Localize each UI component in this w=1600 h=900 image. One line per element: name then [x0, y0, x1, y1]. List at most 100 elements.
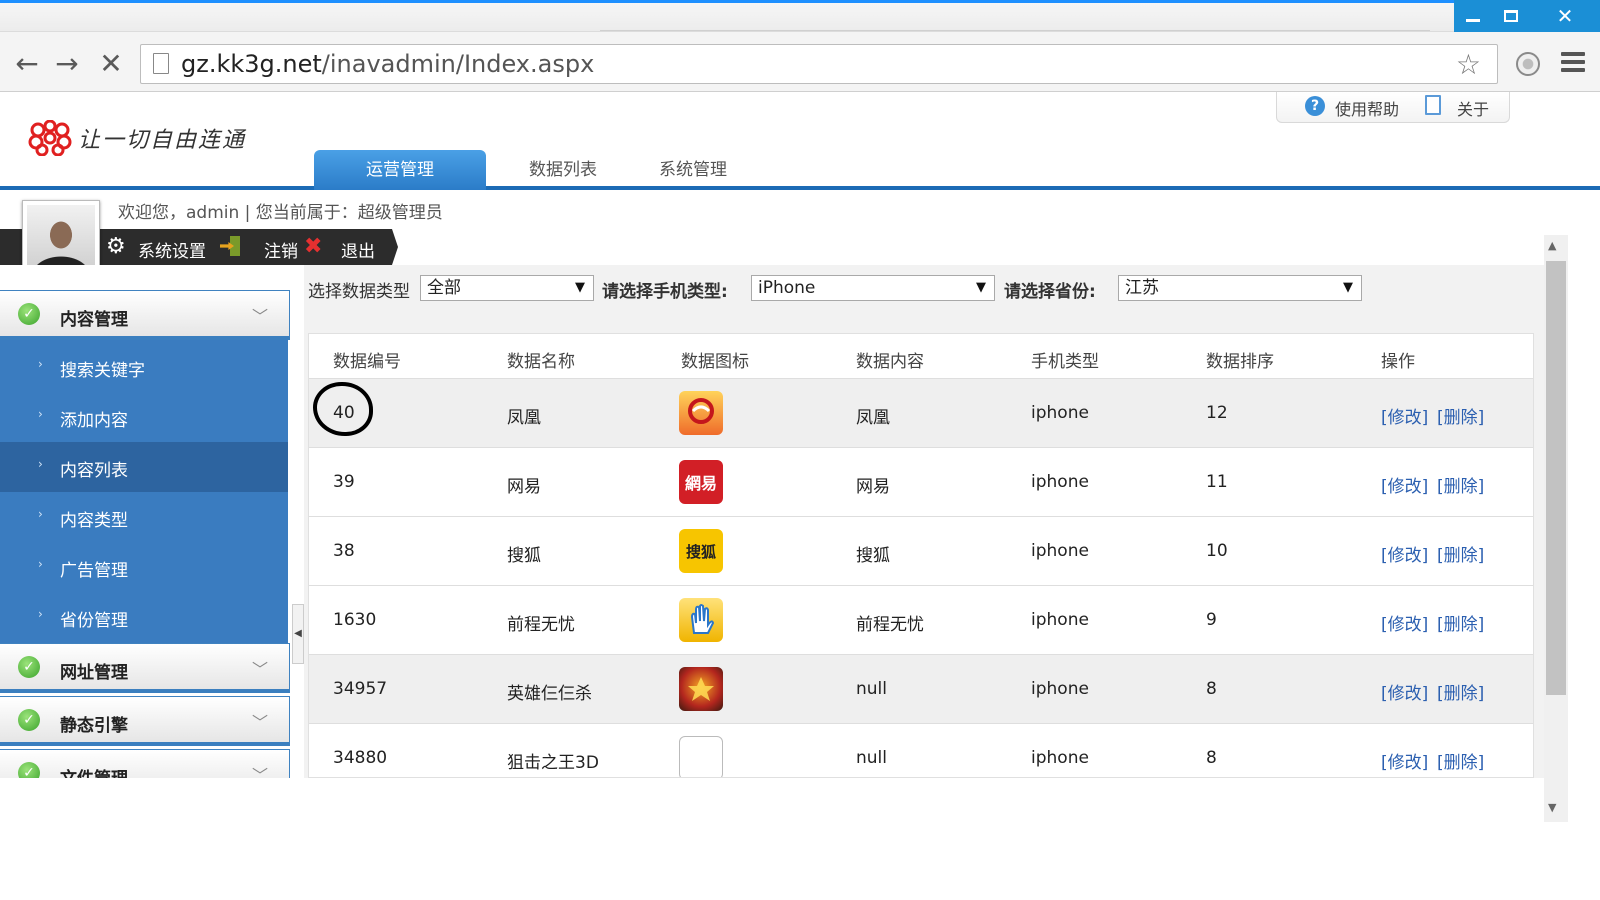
- sidebar-item-label: 搜索关键字: [60, 361, 145, 381]
- about-link[interactable]: 关于: [1457, 96, 1489, 120]
- delete-link[interactable]: [删除]: [1437, 610, 1484, 635]
- delete-link[interactable]: [删除]: [1437, 472, 1484, 497]
- cell-id: 34957: [333, 679, 388, 699]
- sidebar-group-static-engine[interactable]: ✓ 静态引擎 ﹀: [0, 696, 290, 746]
- maximize-button[interactable]: [1492, 0, 1530, 32]
- sidebar-item-search-keywords[interactable]: › 搜索关键字: [0, 342, 288, 392]
- logoff-link[interactable]: 注销: [264, 237, 298, 262]
- cell-phone: iphone: [1031, 472, 1089, 492]
- close-window-button[interactable]: ✕: [1530, 0, 1600, 32]
- sidebar: ✓ 内容管理 ﹀ › 搜索关键字 › 添加内容 › 内容列表 › 内容类型 › …: [0, 265, 292, 778]
- stop-button[interactable]: ✕: [94, 46, 128, 80]
- type-select[interactable]: 全部 ▼: [420, 275, 594, 301]
- bullet-icon: ›: [38, 407, 43, 421]
- cell-id: 34880: [333, 748, 388, 768]
- edit-link[interactable]: [修改]: [1381, 610, 1428, 635]
- url-text[interactable]: gz.kk3g.net/inavadmin/Index.aspx: [181, 50, 594, 78]
- sidebar-group-label: 文件管理: [60, 764, 128, 778]
- address-bar[interactable]: gz.kk3g.net/inavadmin/Index.aspx ☆: [140, 44, 1498, 84]
- cell-phone: iphone: [1031, 403, 1089, 423]
- forward-button[interactable]: →: [50, 46, 84, 80]
- sidebar-group-files[interactable]: ✓ 文件管理 ﹀: [0, 749, 290, 778]
- bullet-icon: ›: [38, 507, 43, 521]
- logoff-door-icon[interactable]: [220, 236, 242, 256]
- dropdown-arrow-icon: ▼: [1343, 280, 1353, 295]
- sidebar-item-ads[interactable]: › 广告管理: [0, 542, 288, 592]
- help-link[interactable]: 使用帮助: [1335, 96, 1399, 120]
- top-links: ? 使用帮助 关于: [1276, 92, 1510, 123]
- welcome-text: 欢迎您，admin | 您当前属于：超级管理员: [118, 203, 443, 223]
- edit-link[interactable]: [修改]: [1381, 679, 1428, 704]
- edit-link[interactable]: [修改]: [1381, 541, 1428, 566]
- maximize-icon: [1504, 10, 1518, 22]
- bookmark-star-icon[interactable]: ☆: [1456, 48, 1481, 81]
- phone-filter-label: 请选择手机类型:: [602, 282, 728, 302]
- cell-phone: iphone: [1031, 748, 1089, 768]
- chevron-down-icon: ﹀: [252, 713, 269, 732]
- gear-icon[interactable]: ⚙: [106, 234, 126, 259]
- table-row: 34880 狙击之王3D null iphone 8 [修改] [删除]: [309, 723, 1533, 777]
- sidebar-collapse-handle[interactable]: ◀: [292, 604, 304, 664]
- scroll-up-icon[interactable]: ▲: [1548, 239, 1556, 252]
- page-icon: [153, 53, 169, 74]
- back-arrow-icon: ←: [15, 46, 39, 80]
- forward-arrow-icon: →: [55, 46, 79, 80]
- col-header-icon: 数据图标: [681, 352, 749, 372]
- sidebar-item-provinces[interactable]: › 省份管理: [0, 592, 288, 642]
- bullet-icon: ›: [38, 607, 43, 621]
- vertical-scrollbar[interactable]: ▲ ▼: [1544, 235, 1568, 822]
- sidebar-group-urls[interactable]: ✓ 网址管理 ﹀: [0, 643, 290, 693]
- document-icon[interactable]: [1425, 95, 1441, 115]
- check-icon: ✓: [18, 762, 40, 778]
- main-content: 选择数据类型 全部 ▼ 请选择手机类型: iPhone ▼ 请选择省份: 江苏 ▼ 数…: [304, 265, 1544, 778]
- cell-id: 1630: [333, 610, 377, 630]
- hero-game-icon: [679, 667, 723, 711]
- edit-link[interactable]: [修改]: [1381, 472, 1428, 497]
- sidebar-item-content-types[interactable]: › 内容类型: [0, 492, 288, 542]
- col-header-id: 数据编号: [333, 352, 401, 372]
- bullet-icon: ›: [38, 557, 43, 571]
- cell-order: 11: [1206, 472, 1228, 492]
- table-row: 1630 前程无忧 前程无忧 iphone 9 [修改] [删除]: [309, 585, 1533, 654]
- delete-link[interactable]: [删除]: [1437, 748, 1484, 773]
- tab-data-list[interactable]: 数据列表: [494, 150, 632, 190]
- sidebar-group-label: 静态引擎: [60, 716, 128, 736]
- app-header: 让一切自由连通 ? 使用帮助 关于 运营管理 数据列表 系统管理: [0, 92, 1600, 192]
- minimize-button[interactable]: [1454, 0, 1492, 32]
- cell-phone: iphone: [1031, 679, 1089, 699]
- system-settings-link[interactable]: 系统设置: [138, 237, 206, 262]
- cell-content: 搜狐: [856, 546, 890, 566]
- tab-system[interactable]: 系统管理: [630, 150, 756, 190]
- help-icon[interactable]: ?: [1305, 96, 1325, 116]
- table-row: 39 网易 網易 网易 iphone 11 [修改] [删除]: [309, 447, 1533, 516]
- col-header-actions: 操作: [1381, 352, 1415, 372]
- province-select[interactable]: 江苏 ▼: [1118, 275, 1362, 301]
- browser-menu-icon[interactable]: [1561, 52, 1585, 76]
- cell-phone: iphone: [1031, 541, 1089, 561]
- scroll-down-icon[interactable]: ▼: [1548, 801, 1556, 814]
- cell-order: 12: [1206, 403, 1228, 423]
- edit-link[interactable]: [修改]: [1381, 748, 1428, 773]
- exit-icon[interactable]: ✖: [304, 234, 322, 259]
- tab-operations[interactable]: 运营管理: [314, 150, 486, 190]
- delete-link[interactable]: [删除]: [1437, 403, 1484, 428]
- cell-content: 网易: [856, 477, 890, 497]
- edit-link[interactable]: [修改]: [1381, 403, 1428, 428]
- exit-link[interactable]: 退出: [341, 237, 375, 262]
- bullet-icon: ›: [38, 357, 43, 371]
- sidebar-item-add-content[interactable]: › 添加内容: [0, 392, 288, 442]
- delete-link[interactable]: [删除]: [1437, 541, 1484, 566]
- sidebar-group-content[interactable]: ✓ 内容管理 ﹀: [0, 290, 290, 340]
- back-button[interactable]: ←: [10, 46, 44, 80]
- col-header-phone: 手机类型: [1031, 352, 1099, 372]
- extension-icon[interactable]: [1516, 52, 1540, 76]
- filter-bar: 选择数据类型 全部 ▼ 请选择手机类型: iPhone ▼ 请选择省份: 江苏 ▼: [304, 265, 1544, 327]
- 51job-icon: [679, 598, 723, 642]
- dropdown-arrow-icon: ▼: [575, 280, 585, 295]
- sidebar-item-content-list[interactable]: › 内容列表: [0, 442, 288, 492]
- phone-select[interactable]: iPhone ▼: [751, 275, 995, 301]
- netease-icon: 網易: [679, 460, 723, 504]
- table-row: 38 搜狐 搜狐 搜狐 iphone 10 [修改] [删除]: [309, 516, 1533, 585]
- scrollbar-thumb[interactable]: [1546, 261, 1566, 695]
- delete-link[interactable]: [删除]: [1437, 679, 1484, 704]
